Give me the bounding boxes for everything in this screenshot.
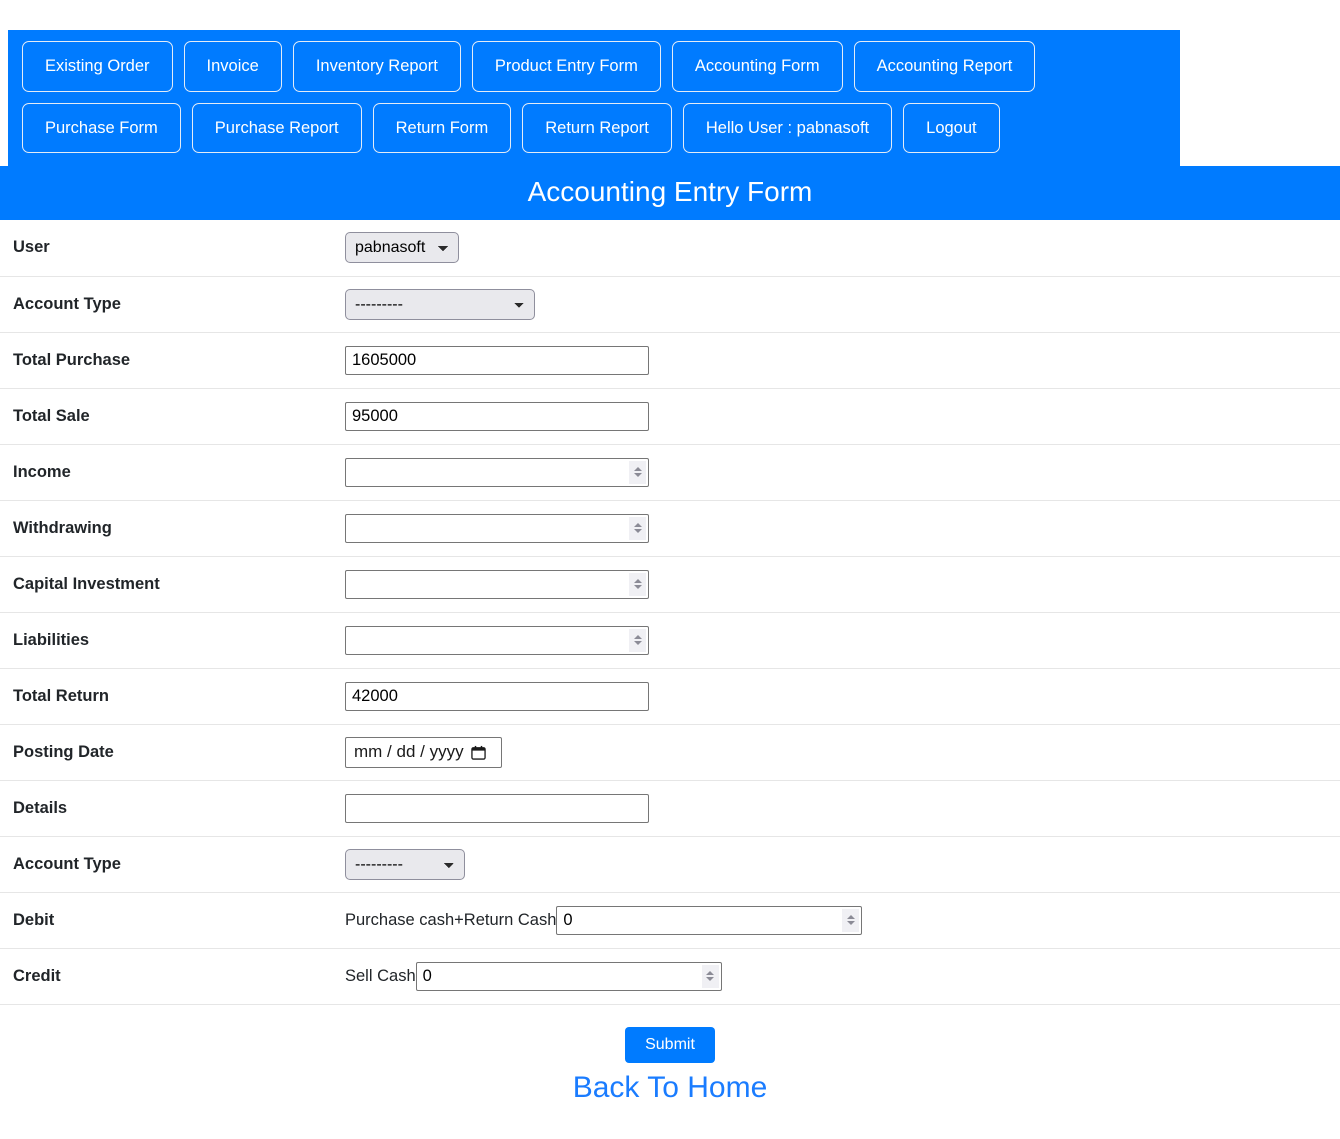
spinner-up-icon[interactable]: [633, 635, 642, 639]
submit-button[interactable]: Submit: [625, 1026, 715, 1063]
form-row-total-return: Total Return: [0, 668, 1340, 724]
total-purchase-input[interactable]: [345, 345, 649, 375]
accounting-entry-form-table: User pabnasoft Account Type --------- To…: [0, 220, 1340, 1005]
page-title: Accounting Entry Form: [0, 166, 1340, 220]
form-row-account-type-2: Account Type ---------: [0, 836, 1340, 892]
total-return-input[interactable]: [345, 681, 649, 711]
form-row-liabilities: Liabilities: [0, 612, 1340, 668]
form-row-details: Details: [0, 780, 1340, 836]
label-total-sale: Total Sale: [13, 406, 90, 425]
label-withdrawing: Withdrawing: [13, 518, 112, 537]
withdrawing-spinner[interactable]: [629, 516, 646, 540]
user-select[interactable]: pabnasoft: [345, 232, 459, 264]
debit-number-wrap: [556, 905, 863, 935]
form-row-withdrawing: Withdrawing: [0, 500, 1340, 556]
label-details: Details: [13, 798, 68, 817]
account-type-1-select[interactable]: ---------: [345, 288, 535, 320]
spinner-up-icon[interactable]: [633, 467, 642, 471]
nav-existing-order[interactable]: Existing Order: [22, 41, 173, 92]
form-row-user: User pabnasoft: [0, 220, 1340, 276]
nav-return-form[interactable]: Return Form: [372, 102, 512, 153]
income-number-wrap: [345, 457, 649, 487]
capital-investment-number-wrap: [345, 569, 649, 599]
nav-inventory-report[interactable]: Inventory Report: [292, 41, 461, 92]
form-footer: Submit Back To Home: [0, 1005, 1340, 1105]
form-row-posting-date: Posting Date mm / dd / yyyy: [0, 724, 1340, 780]
form-row-capital-investment: Capital Investment: [0, 556, 1340, 612]
posting-date-input[interactable]: mm / dd / yyyy: [345, 736, 502, 768]
nav-purchase-report[interactable]: Purchase Report: [191, 102, 362, 153]
spinner-down-icon[interactable]: [633, 641, 642, 645]
nav-accounting-form[interactable]: Accounting Form: [671, 41, 843, 92]
account-type-2-select[interactable]: ---------: [345, 848, 465, 880]
calendar-icon[interactable]: [470, 745, 486, 760]
debit-prefix-label: Purchase cash+Return Cash: [345, 910, 557, 929]
nav-return-report[interactable]: Return Report: [522, 102, 672, 153]
liabilities-spinner[interactable]: [629, 628, 646, 652]
debit-input[interactable]: [556, 905, 863, 935]
spinner-up-icon[interactable]: [633, 523, 642, 527]
income-spinner[interactable]: [629, 460, 646, 484]
capital-investment-input[interactable]: [345, 569, 649, 599]
nav-row-2: Purchase Form Purchase Report Return For…: [22, 102, 1166, 153]
credit-prefix-label: Sell Cash: [345, 966, 416, 985]
label-account-type-1: Account Type: [13, 294, 121, 313]
label-user: User: [13, 238, 50, 257]
nav-accounting-report[interactable]: Accounting Report: [853, 41, 1036, 92]
liabilities-number-wrap: [345, 625, 649, 655]
spinner-up-icon[interactable]: [633, 579, 642, 583]
debit-field-group: Purchase cash+Return Cash: [345, 905, 1340, 935]
credit-field-group: Sell Cash: [345, 961, 1340, 991]
spinner-down-icon[interactable]: [633, 529, 642, 533]
credit-spinner[interactable]: [701, 964, 719, 988]
label-liabilities: Liabilities: [13, 630, 90, 649]
spinner-up-icon[interactable]: [706, 971, 715, 975]
spinner-down-icon[interactable]: [633, 473, 642, 477]
label-posting-date: Posting Date: [13, 742, 114, 761]
form-row-total-sale: Total Sale: [0, 388, 1340, 444]
label-capital-investment: Capital Investment: [13, 574, 160, 593]
label-income: Income: [13, 462, 71, 481]
nav-logout[interactable]: Logout: [903, 102, 1000, 153]
nav-purchase-form[interactable]: Purchase Form: [22, 102, 181, 153]
spinner-down-icon[interactable]: [846, 921, 855, 925]
form-row-income: Income: [0, 444, 1340, 500]
form-row-debit: Debit Purchase cash+Return Cash: [0, 892, 1340, 948]
label-debit: Debit: [13, 910, 55, 929]
spinner-up-icon[interactable]: [846, 915, 855, 919]
spinner-down-icon[interactable]: [706, 977, 715, 981]
posting-date-placeholder: mm / dd / yyyy: [354, 742, 464, 761]
details-input[interactable]: [345, 793, 649, 823]
capital-investment-spinner[interactable]: [629, 572, 646, 596]
label-credit: Credit: [13, 966, 61, 985]
back-to-home-link[interactable]: Back To Home: [0, 1071, 1340, 1105]
form-row-account-type-1: Account Type ---------: [0, 276, 1340, 332]
nav-row-1: Existing Order Invoice Inventory Report …: [22, 41, 1166, 92]
nav-hello-user[interactable]: Hello User : pabnasoft: [682, 102, 893, 153]
credit-input[interactable]: [415, 961, 722, 991]
nav-invoice[interactable]: Invoice: [183, 41, 282, 92]
total-sale-input[interactable]: [345, 401, 649, 431]
label-total-purchase: Total Purchase: [13, 350, 131, 369]
withdrawing-input[interactable]: [345, 513, 649, 543]
label-account-type-2: Account Type: [13, 854, 121, 873]
top-navigation-bar: Existing Order Invoice Inventory Report …: [8, 30, 1180, 166]
label-total-return: Total Return: [13, 686, 109, 705]
withdrawing-number-wrap: [345, 513, 649, 543]
liabilities-input[interactable]: [345, 625, 649, 655]
credit-number-wrap: [415, 961, 722, 991]
form-row-total-purchase: Total Purchase: [0, 332, 1340, 388]
debit-spinner[interactable]: [842, 908, 860, 932]
nav-product-entry-form[interactable]: Product Entry Form: [471, 41, 661, 92]
spinner-down-icon[interactable]: [633, 585, 642, 589]
income-input[interactable]: [345, 457, 649, 487]
form-row-credit: Credit Sell Cash: [0, 948, 1340, 1004]
